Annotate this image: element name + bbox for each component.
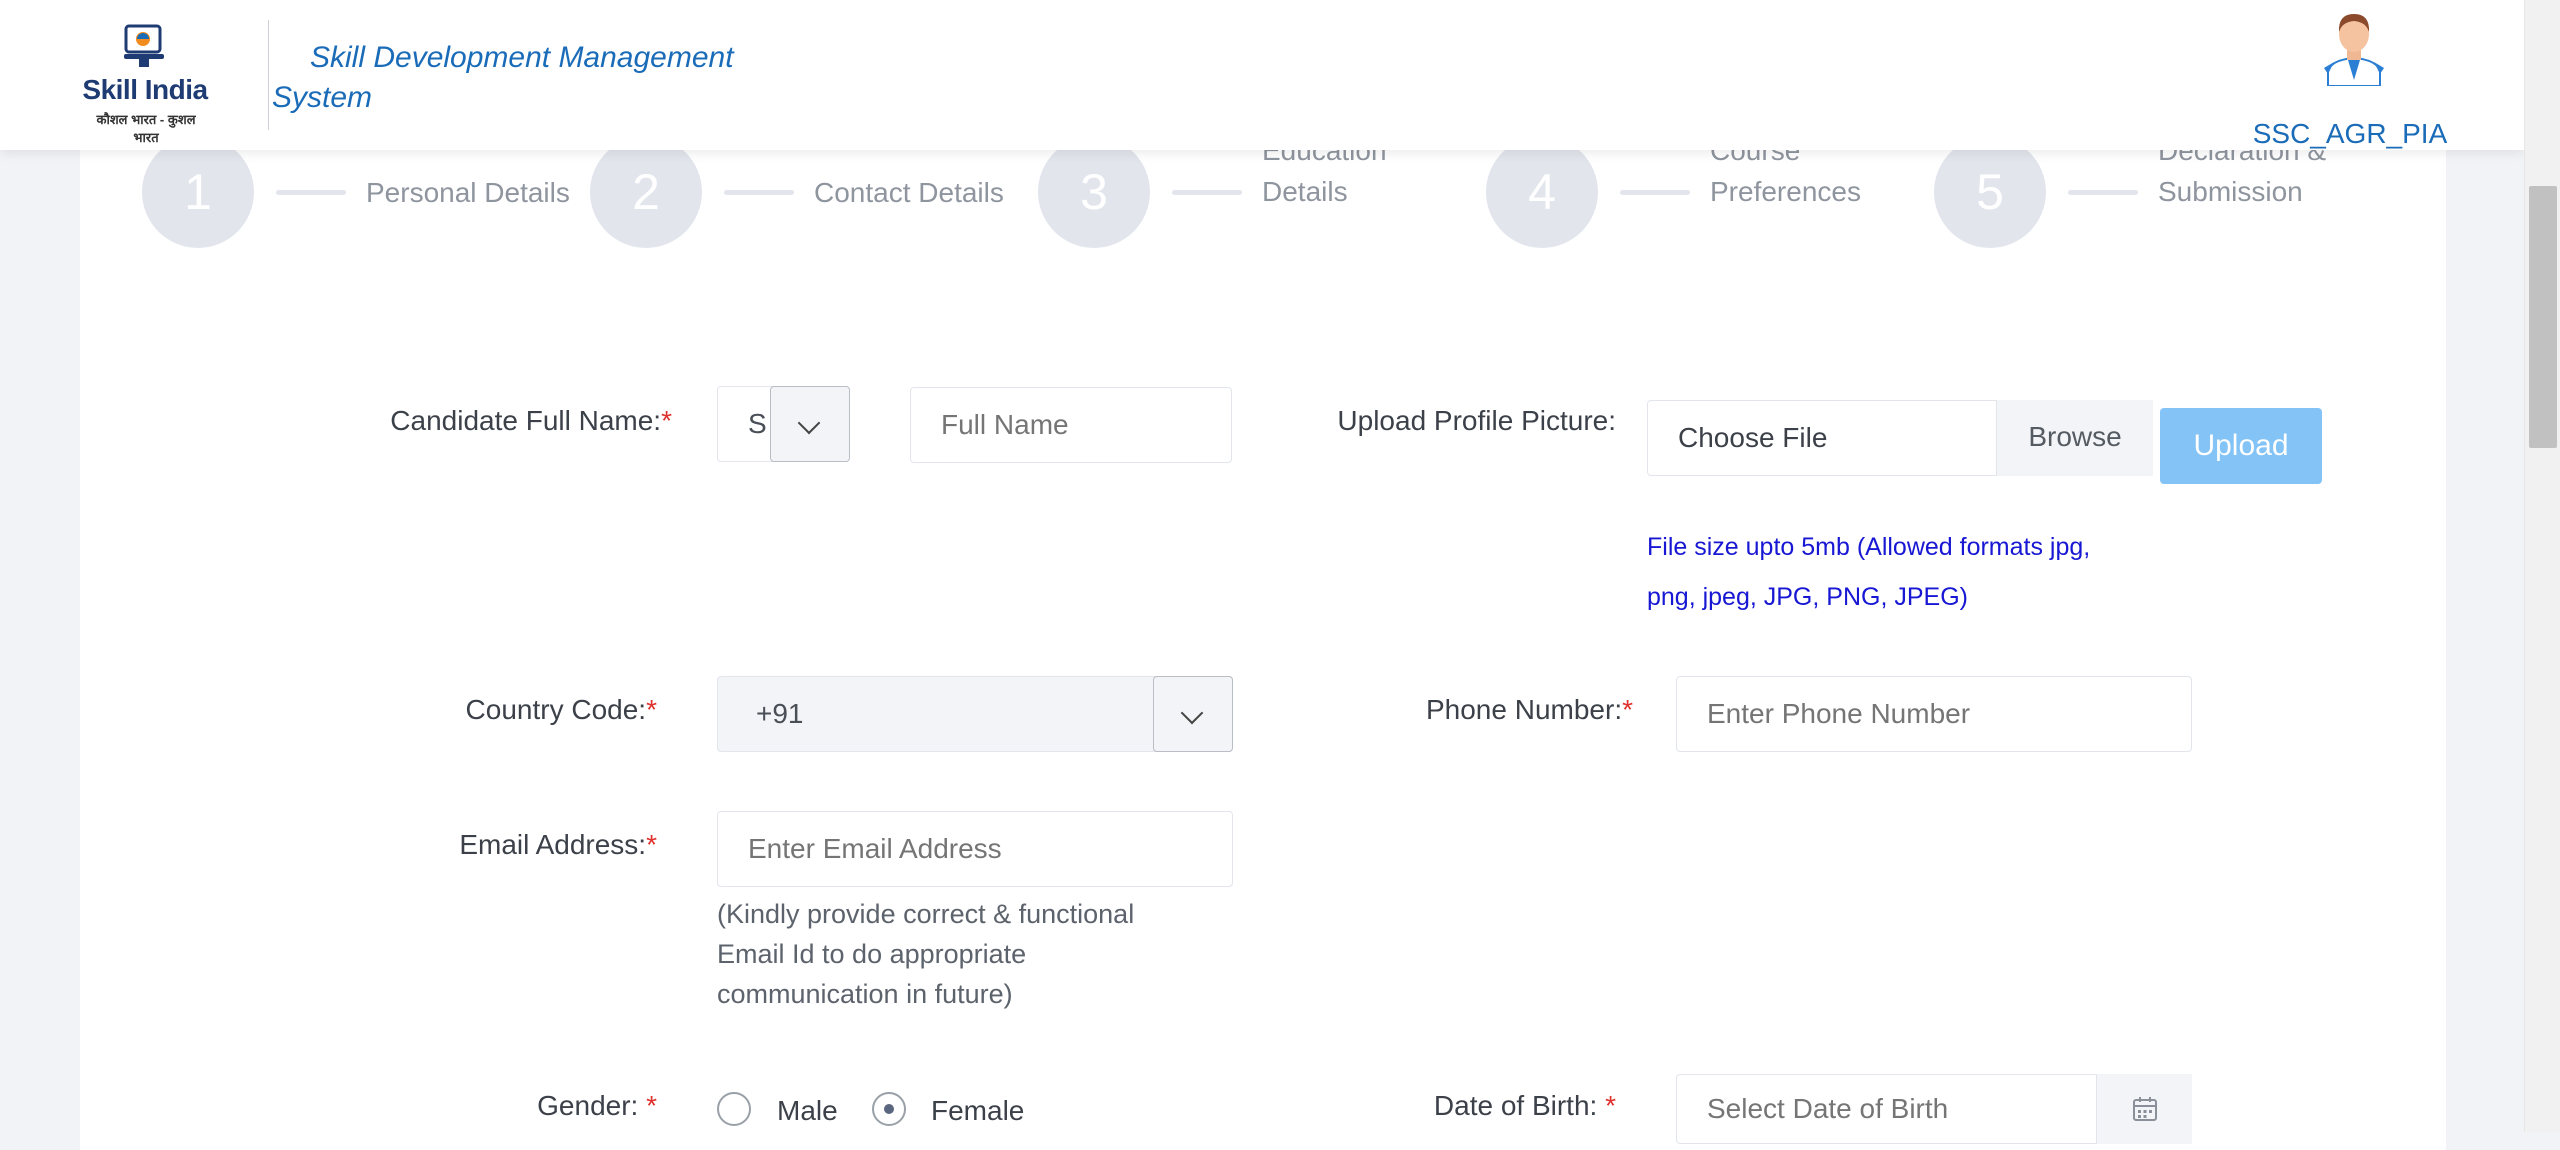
username: SSC_AGR_PIA: [2252, 118, 2448, 149]
country-code-label: Country Code:*: [465, 694, 657, 725]
file-size-hint: File size upto 5mb (Allowed formats jpg,…: [1647, 533, 2091, 611]
step-connector: [724, 190, 794, 195]
date-of-birth-label: Date of Birth: *: [1433, 1090, 1616, 1121]
file-chooser-text: Choose File: [1678, 422, 1828, 453]
browse-button[interactable]: Browse: [1996, 400, 2153, 476]
step-education-details[interactable]: 3 Education Details: [1038, 135, 1478, 248]
logo-name: Skill India: [82, 74, 208, 105]
step-connector: [276, 190, 346, 195]
step-label: Personal Details: [366, 177, 570, 208]
calendar-icon: [2132, 1097, 2157, 1121]
scrollbar-thumb[interactable]: [2529, 186, 2557, 448]
email-address-label: Email Address:*: [459, 829, 657, 860]
step-personal-details[interactable]: 1 Personal Details: [142, 136, 582, 248]
step-number: 1: [142, 136, 254, 248]
profile-picture-label: Upload Profile Picture:: [1337, 405, 1616, 436]
gender-female-radio[interactable]: [872, 1092, 906, 1126]
step-label: Contact Details: [814, 177, 1004, 208]
chevron-down-icon: [797, 411, 821, 435]
form-card: [80, 120, 2446, 1150]
step-number: 3: [1038, 136, 1150, 248]
user-avatar-icon: [2324, 14, 2384, 86]
salutation-value: S: [748, 408, 767, 439]
email-address-input[interactable]: [717, 811, 1233, 887]
step-number: 4: [1486, 136, 1598, 248]
full-name-label: Candidate Full Name:*: [390, 405, 672, 436]
gender-male-radio[interactable]: [717, 1092, 751, 1126]
app-title: Skill Development Management System: [272, 41, 734, 114]
step-connector: [2068, 190, 2138, 195]
header-divider: [268, 20, 269, 130]
page-scrollbar[interactable]: [2524, 0, 2560, 1132]
logo-tagline: कौशल भारत - कुशल भारत: [96, 112, 196, 145]
full-name-input[interactable]: [910, 387, 1232, 463]
calendar-button[interactable]: [2096, 1074, 2192, 1144]
country-code-dropdown-button[interactable]: [1153, 676, 1233, 752]
user-menu[interactable]: SSC_AGR_PIA: [2250, 10, 2450, 150]
upload-button[interactable]: Upload: [2160, 408, 2322, 484]
salutation-dropdown-button[interactable]: [770, 386, 850, 462]
phone-number-label: Phone Number:*: [1425, 694, 1633, 725]
country-code-value: +91: [756, 698, 804, 729]
step-declaration-submission[interactable]: 5 Declaration & Submission: [1934, 135, 2374, 248]
skill-india-logo[interactable]: Skill India कौशल भारत - कुशल भारत: [80, 22, 210, 145]
skill-india-emblem-icon: [124, 24, 164, 67]
phone-number-input[interactable]: [1676, 676, 2192, 752]
step-course-preferences[interactable]: 4 Course Preferences: [1486, 135, 1926, 248]
email-hint: (Kindly provide correct & functional Ema…: [717, 899, 1135, 1009]
gender-label: Gender: *: [537, 1090, 657, 1121]
step-number: 5: [1934, 136, 2046, 248]
chevron-down-icon: [1180, 701, 1204, 725]
app-header: Skill India कौशल भारत - कुशल भारत Skill …: [0, 0, 2524, 150]
gender-female-label: Female: [931, 1095, 1025, 1126]
step-connector: [1172, 190, 1242, 195]
step-contact-details[interactable]: 2 Contact Details: [590, 136, 1030, 248]
gender-male-label: Male: [777, 1095, 838, 1126]
step-connector: [1620, 190, 1690, 195]
step-number: 2: [590, 136, 702, 248]
